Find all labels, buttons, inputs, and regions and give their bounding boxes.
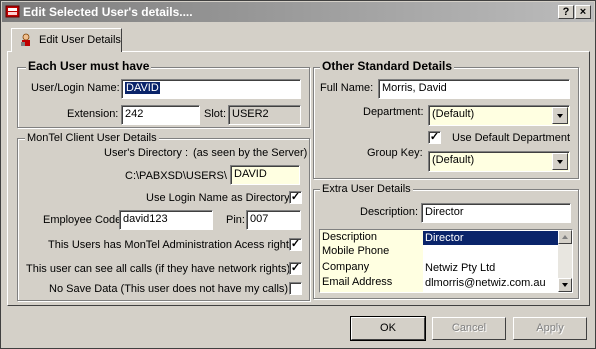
tab-label: Edit User Details <box>39 34 121 46</box>
department-dropdown-button[interactable] <box>552 107 568 124</box>
scroll-down-arrow-icon[interactable] <box>558 278 572 292</box>
no-save-checkbox[interactable] <box>289 282 302 295</box>
list-item[interactable] <box>423 245 558 259</box>
pin-input[interactable]: 007 <box>246 210 301 230</box>
extension-label: Extension: <box>67 108 119 120</box>
use-login-checkbox[interactable]: ✓ <box>289 191 302 204</box>
directory-path: C:\PABXSD\USERS\ <box>125 170 227 182</box>
user-icon <box>21 33 30 46</box>
see-all-calls-checkbox[interactable]: ✓ <box>289 262 302 275</box>
slot-value: USER2 <box>228 105 301 125</box>
admin-rights-checkbox[interactable]: ✓ <box>289 238 302 251</box>
slot-label: Slot: <box>204 108 227 120</box>
department-label: Department: <box>363 106 424 118</box>
extra-details-list[interactable]: Description Director Mobile Phone Compan… <box>319 229 573 293</box>
group-client-title: MonTel Client User Details <box>25 132 159 144</box>
directory-note: (as seen by the Server) <box>193 147 308 159</box>
employee-code-label: Employee Code: <box>43 214 125 226</box>
list-item-selected[interactable]: Director <box>423 231 558 245</box>
description-label: Description: <box>360 206 419 218</box>
apply-button[interactable]: Apply <box>513 317 587 340</box>
help-button[interactable]: ? <box>558 5 574 19</box>
no-save-label: No Save Data (This user does not have my… <box>49 283 292 295</box>
directory-label: User's Directory : <box>104 147 188 159</box>
list-item[interactable]: Email Address <box>320 275 423 289</box>
group-must-have-title: Each User must have <box>26 59 152 73</box>
login-name-input[interactable]: DAVID <box>121 79 301 99</box>
window-title: Edit Selected User's details.... <box>23 5 193 19</box>
group-key-dropdown-button[interactable] <box>552 153 568 170</box>
department-select[interactable]: (Default) <box>428 105 570 126</box>
use-login-label: Use Login Name as Directory <box>146 192 290 204</box>
title-bar: Edit Selected User's details.... ? × <box>2 2 594 22</box>
list-item[interactable]: Mobile Phone <box>320 244 423 258</box>
scroll-up-arrow-icon[interactable] <box>558 230 572 244</box>
group-key-label: Group Key: <box>367 147 423 159</box>
group-extra-title: Extra User Details <box>320 183 413 195</box>
list-item[interactable]: Company <box>320 260 423 274</box>
use-default-dept-checkbox[interactable]: ✓ <box>428 131 441 144</box>
list-scrollbar[interactable] <box>558 230 572 292</box>
list-item[interactable]: dlmorris@netwiz.com.au <box>423 276 558 290</box>
cancel-button[interactable]: Cancel <box>432 317 506 340</box>
app-icon <box>5 5 20 18</box>
tab-edit-user-details[interactable]: Edit User Details <box>11 28 122 52</box>
login-name-label: User/Login Name: <box>31 82 120 94</box>
full-name-input[interactable]: Morris, David <box>378 79 570 99</box>
extension-input[interactable]: 242 <box>121 105 200 125</box>
full-name-label: Full Name: <box>320 82 374 94</box>
department-value: (Default) <box>432 108 475 120</box>
group-key-value: (Default) <box>432 154 475 166</box>
employee-code-input[interactable]: david123 <box>119 210 213 230</box>
directory-input[interactable]: DAVID <box>230 165 300 185</box>
pin-label: Pin: <box>226 214 245 226</box>
description-input[interactable]: Director <box>421 203 571 223</box>
list-item[interactable]: Description <box>320 230 423 244</box>
group-standard-title: Other Standard Details <box>320 59 455 73</box>
see-all-calls-label: This user can see all calls (if they hav… <box>26 263 294 275</box>
close-button[interactable]: × <box>575 5 591 19</box>
ok-button[interactable]: OK <box>350 316 426 341</box>
group-key-select[interactable]: (Default) <box>428 151 570 172</box>
admin-rights-label: This Users has MonTel Administration Ace… <box>48 239 295 251</box>
dialog-window: Edit Selected User's details.... ? × Edi… <box>0 0 596 349</box>
use-default-dept-label: Use Default Department <box>452 132 570 144</box>
list-item[interactable]: Netwiz Pty Ltd <box>423 261 558 275</box>
